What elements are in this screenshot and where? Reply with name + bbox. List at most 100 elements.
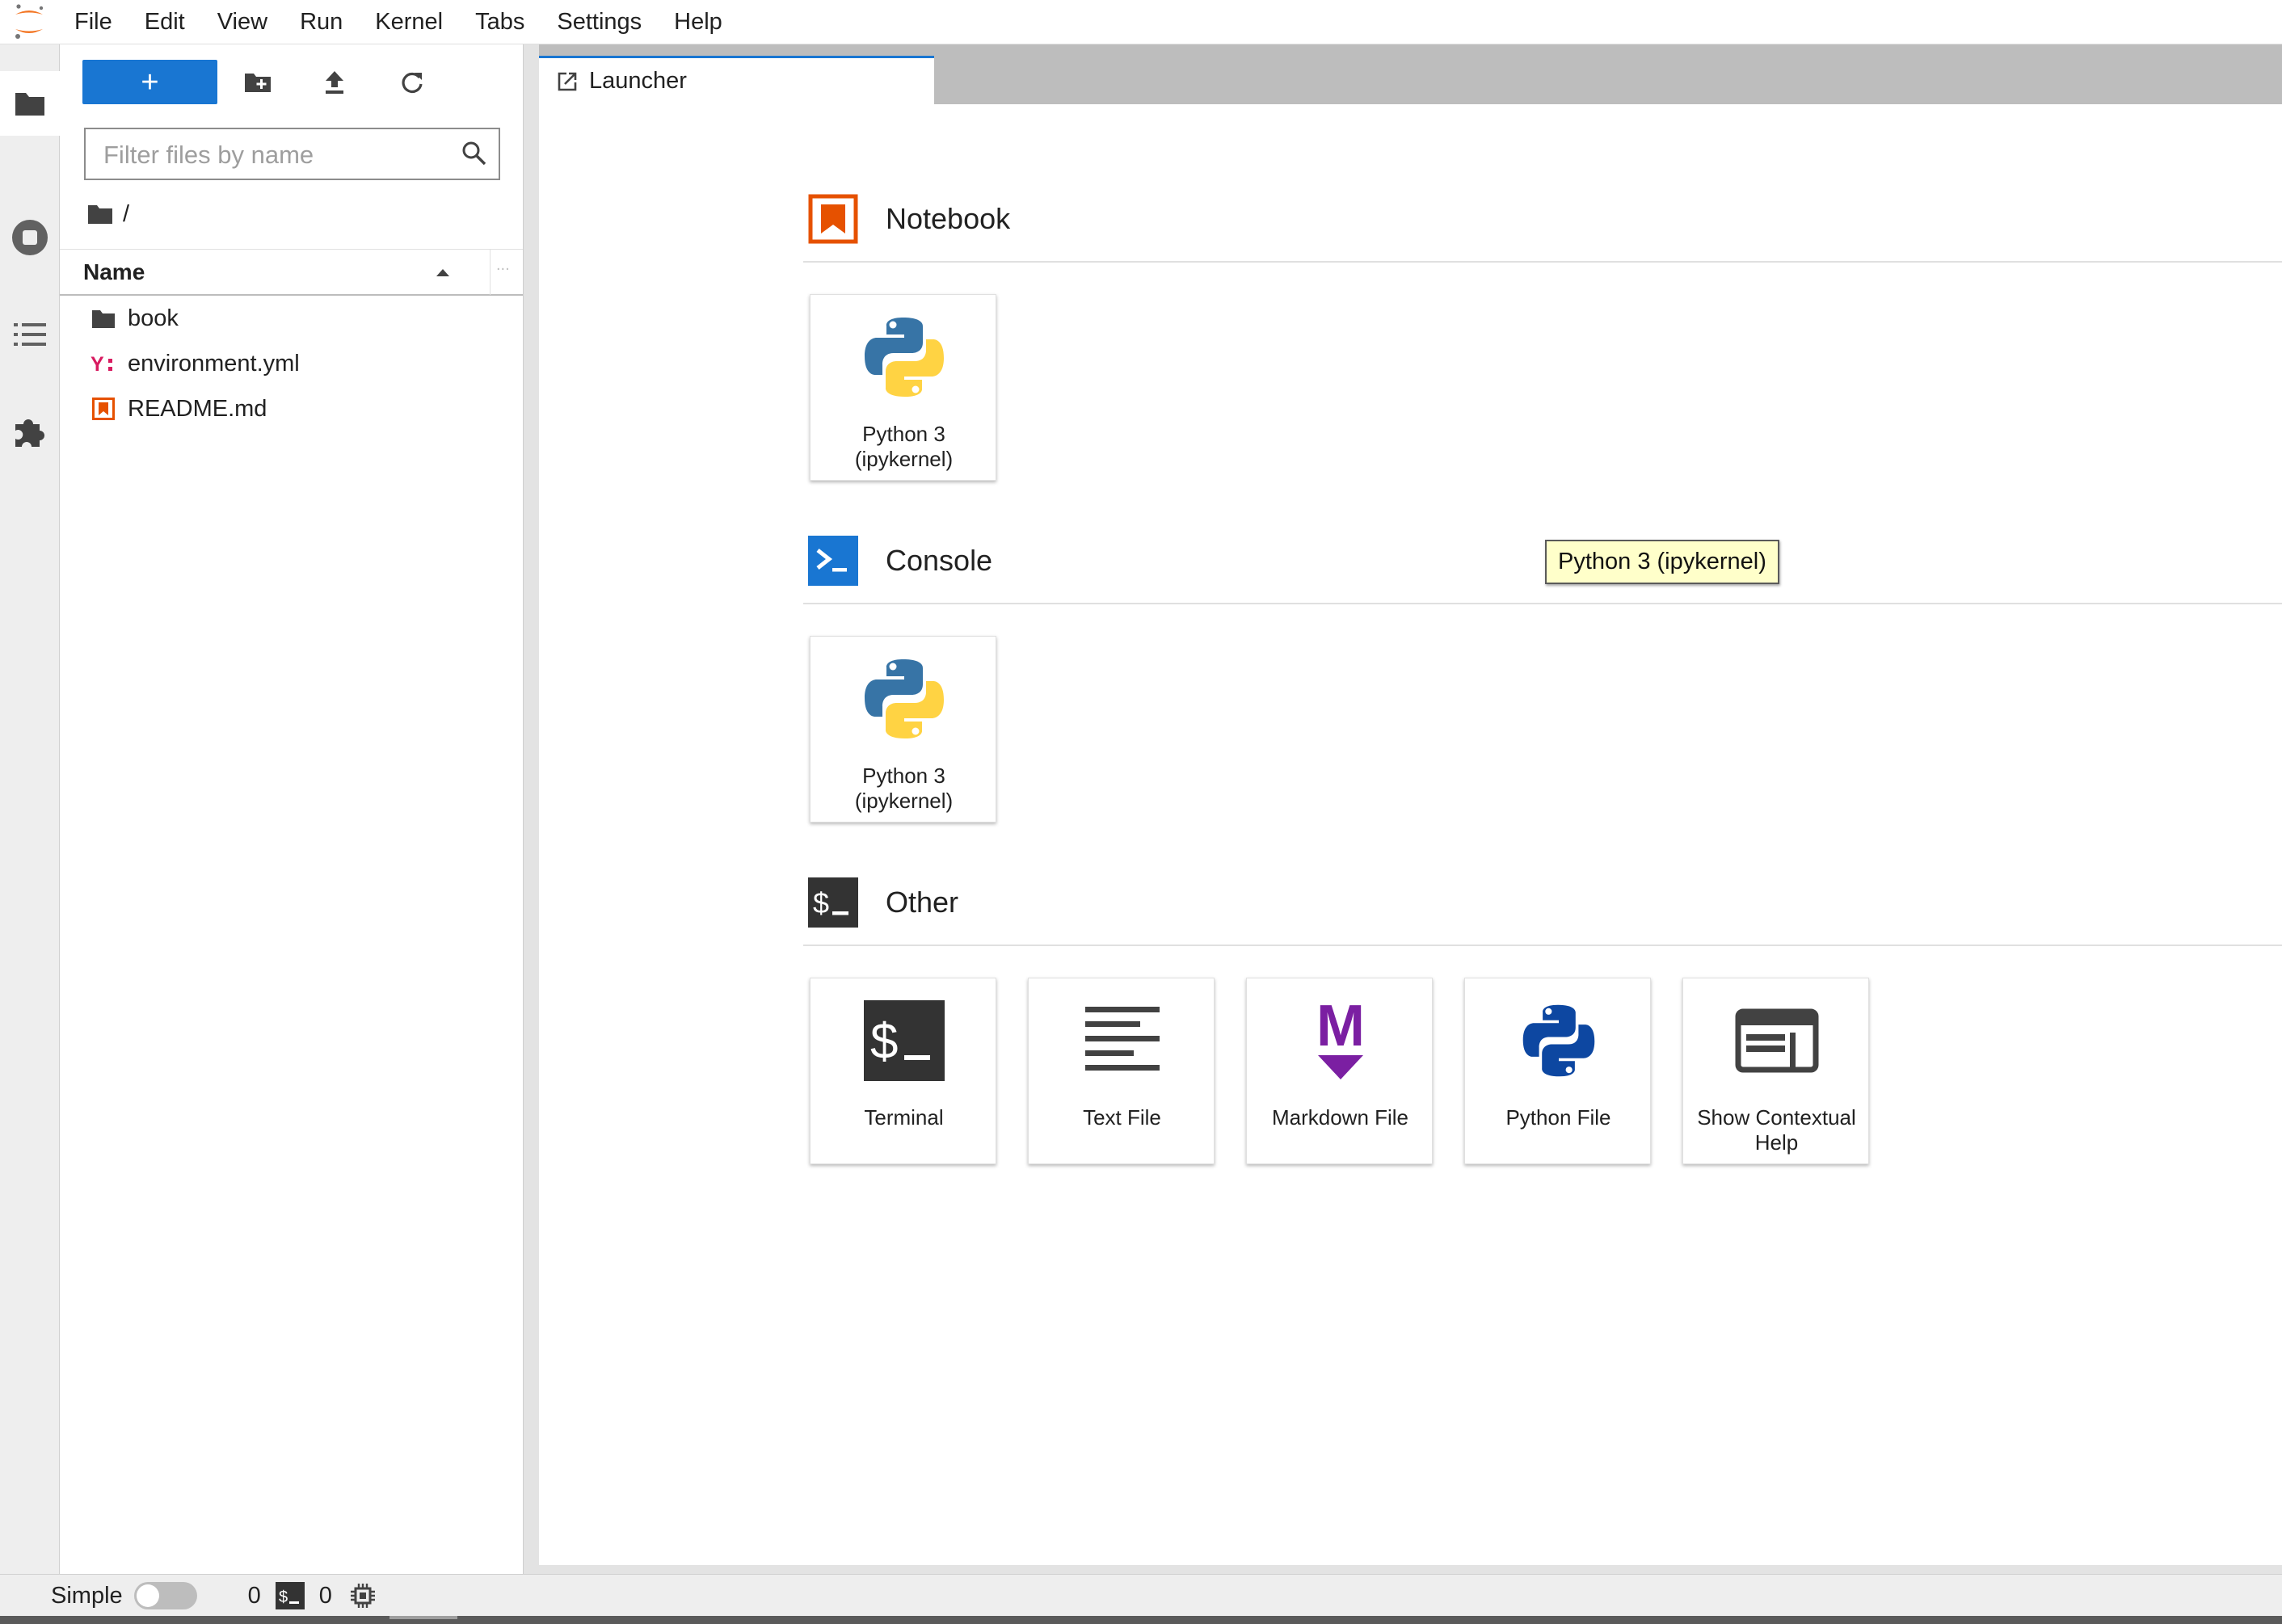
svg-text:$: $ <box>279 1588 288 1606</box>
plus-icon: + <box>141 65 159 99</box>
terminals-count[interactable]: 0 <box>319 1583 332 1609</box>
column-more-handle[interactable]: ... <box>496 256 510 275</box>
tab-launcher[interactable]: Launcher <box>539 56 934 104</box>
section-header-notebook: Notebook <box>808 191 1010 246</box>
menu-kernel[interactable]: Kernel <box>359 0 459 44</box>
new-folder-button[interactable] <box>238 64 277 101</box>
folder-icon <box>86 309 121 329</box>
card-label: Text File <box>1083 1105 1161 1130</box>
menu-file[interactable]: File <box>58 0 128 44</box>
panel-bottom-gutter <box>539 1565 2282 1574</box>
table-of-contents-tab[interactable] <box>0 302 59 367</box>
python-file-icon <box>1465 996 1652 1085</box>
python-logo-icon <box>810 654 997 743</box>
file-browser-tab[interactable] <box>0 71 61 136</box>
file-name: environment.yml <box>128 350 300 377</box>
jupyter-logo-icon <box>0 0 58 44</box>
section-title: Notebook <box>886 202 1011 235</box>
python-logo-icon <box>810 313 997 402</box>
menu-edit[interactable]: Edit <box>128 0 201 44</box>
svg-text:M: M <box>1316 997 1365 1058</box>
launcher-panel: Notebook Python 3 (ipykernel) Python 3 (… <box>539 119 2282 1565</box>
column-divider <box>490 250 491 295</box>
menu-help[interactable]: Help <box>658 0 739 44</box>
menu-tabs[interactable]: Tabs <box>459 0 541 44</box>
menu-run[interactable]: Run <box>284 0 359 44</box>
terminal-icon: $ <box>808 877 858 928</box>
running-kernels-tab[interactable] <box>0 205 59 270</box>
card-label: Show Contextual Help <box>1697 1105 1856 1155</box>
launcher-card-markdown-file[interactable]: M Markdown File <box>1246 978 1433 1164</box>
markdown-file-icon <box>86 398 121 420</box>
scroll-indicator <box>389 1616 457 1619</box>
notebook-icon <box>808 194 858 244</box>
new-folder-icon <box>244 71 272 94</box>
puzzle-icon <box>12 414 48 450</box>
panel-splitter[interactable] <box>523 44 540 1574</box>
card-label: Terminal <box>864 1105 944 1130</box>
terminal-icon: $ <box>810 996 997 1085</box>
svg-text:$: $ <box>813 886 829 919</box>
window-bottom-edge <box>0 1616 2282 1624</box>
launcher-card-notebook-python3[interactable]: Python 3 (ipykernel) <box>810 294 996 481</box>
launcher-card-text-file[interactable]: Text File <box>1028 978 1215 1164</box>
section-header-console: Console <box>808 533 992 588</box>
column-header-name[interactable]: Name <box>83 250 145 295</box>
search-icon[interactable] <box>461 141 487 166</box>
tab-label: Launcher <box>589 68 687 94</box>
upload-button[interactable] <box>315 64 354 101</box>
launcher-tab-icon <box>557 71 578 92</box>
section-title: Console <box>886 544 993 577</box>
svg-text:$: $ <box>870 1014 898 1070</box>
launcher-card-contextual-help[interactable]: Show Contextual Help <box>1682 978 1869 1164</box>
file-browser-panel: + / Name ... <box>60 44 523 1574</box>
card-label: Markdown File <box>1271 1105 1409 1130</box>
sort-ascending-icon[interactable] <box>436 267 450 277</box>
tooltip: Python 3 (ipykernel) <box>1545 540 1779 584</box>
simple-mode-label: Simple <box>51 1582 123 1609</box>
launcher-card-terminal[interactable]: $ Terminal <box>810 978 996 1164</box>
section-divider <box>803 603 2282 604</box>
text-file-icon <box>1029 996 1215 1085</box>
filter-files-input[interactable] <box>86 129 461 180</box>
svg-text:Y: Y <box>91 353 104 375</box>
file-row[interactable]: README.md <box>60 386 523 431</box>
kernels-count[interactable]: 0 <box>248 1583 261 1609</box>
breadcrumb: / <box>87 198 129 230</box>
tab-panel-top <box>539 104 2282 120</box>
markdown-icon: M <box>1247 996 1434 1085</box>
list-icon <box>13 321 46 348</box>
new-launcher-button[interactable]: + <box>82 60 217 104</box>
contextual-help-icon <box>1683 996 1870 1085</box>
section-divider <box>803 261 2282 263</box>
simple-mode-toggle[interactable] <box>133 1582 197 1609</box>
file-name: README.md <box>128 395 267 422</box>
menu-settings[interactable]: Settings <box>541 0 658 44</box>
filter-box <box>84 128 500 180</box>
toggle-knob <box>136 1584 159 1607</box>
card-label: Python 3 (ipykernel) <box>854 422 954 471</box>
folder-icon <box>14 90 46 117</box>
section-title: Other <box>886 886 959 919</box>
card-label: Python File <box>1505 1105 1611 1130</box>
card-label: Python 3 (ipykernel) <box>854 764 954 813</box>
file-row[interactable]: book <box>60 296 523 341</box>
menu-view[interactable]: View <box>201 0 284 44</box>
yaml-icon: Y <box>86 352 121 375</box>
file-row[interactable]: Y environment.yml <box>60 341 523 386</box>
launcher-card-console-python3[interactable]: Python 3 (ipykernel) <box>810 636 996 823</box>
refresh-icon <box>400 70 424 95</box>
terminal-icon[interactable]: $ <box>275 1582 305 1609</box>
breadcrumb-root[interactable]: / <box>123 201 129 228</box>
cpu-icon[interactable] <box>350 1583 376 1609</box>
folder-icon[interactable] <box>87 204 113 225</box>
console-icon <box>808 536 858 586</box>
listing-header: Name ... <box>60 249 523 296</box>
extension-manager-tab[interactable] <box>0 400 59 465</box>
tab-bar: Launcher <box>539 44 2282 104</box>
activity-bar <box>0 44 61 1574</box>
launcher-card-python-file[interactable]: Python File <box>1464 978 1651 1164</box>
file-name: book <box>128 305 179 331</box>
stop-circle-icon <box>11 219 48 256</box>
refresh-button[interactable] <box>393 64 432 101</box>
